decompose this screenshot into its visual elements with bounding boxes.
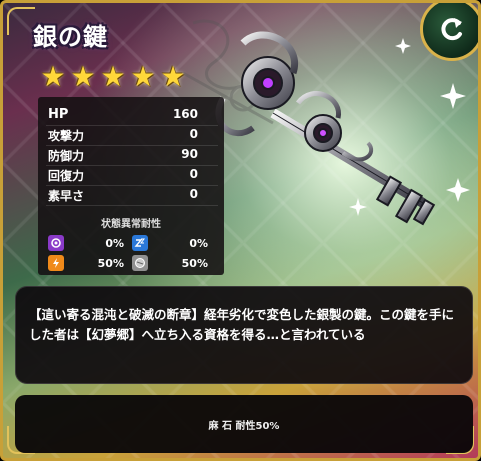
resist-value: 0%: [105, 237, 124, 250]
stat-value: 90: [181, 147, 198, 161]
corner-ornament: [7, 7, 35, 35]
stat-value: 0: [189, 127, 198, 141]
effect-box: 麻 石 耐性50%: [15, 395, 473, 453]
star-icon: ★: [160, 60, 186, 93]
paralysis-icon: [48, 255, 64, 271]
confusion-icon: [48, 235, 64, 251]
resist-value: 50%: [97, 257, 124, 270]
stat-row-recovery: 回復力 0: [46, 165, 218, 186]
stat-value: 0: [189, 187, 198, 201]
stat-label: HP: [48, 107, 69, 122]
item-effect: 麻 石 耐性50%: [208, 421, 280, 432]
stat-label: 回復力: [48, 169, 85, 183]
stat-label: 素早さ: [48, 189, 85, 203]
stats-panel: HP 160 攻撃力 0 防御力 90 回復力 0 素早さ 0 状態異常耐性 0…: [38, 97, 224, 275]
sleep-icon: [132, 235, 148, 251]
petrify-icon: [132, 255, 148, 271]
resist-sleep: 0%: [132, 235, 212, 253]
star-icon: ★: [100, 60, 126, 93]
description-box: 【這い寄る混沌と破滅の断章】経年劣化で変色した銀製の鍵。この鍵を手にした者は【幻…: [15, 286, 473, 384]
star-icon: ★: [70, 60, 96, 93]
resist-petrify: 50%: [132, 255, 212, 273]
stat-row-defense: 防御力 90: [46, 145, 218, 166]
rotate-icon: [441, 18, 462, 41]
rotate-button[interactable]: [420, 3, 478, 61]
resistance-title: 状態異常耐性: [101, 219, 161, 230]
star-icon: ★: [130, 60, 156, 93]
resist-value: 50%: [181, 257, 208, 270]
resist-value: 0%: [189, 237, 208, 250]
stat-label: 攻撃力: [48, 129, 85, 143]
star-icon: ★: [40, 60, 66, 93]
stat-label: 防御力: [48, 149, 85, 163]
resist-paralysis: 50%: [48, 255, 128, 273]
stat-value: 160: [172, 107, 198, 121]
item-title: 銀の鍵: [33, 23, 108, 51]
item-description: 【這い寄る混沌と破滅の断章】経年劣化で変色した銀製の鍵。この鍵を手にした者は【幻…: [29, 307, 455, 342]
stat-row-speed: 素早さ 0: [46, 185, 218, 206]
stat-value: 0: [189, 167, 198, 181]
resist-confusion: 0%: [48, 235, 128, 253]
rarity-stars: ★ ★ ★ ★ ★: [39, 63, 187, 91]
stat-row-hp: HP 160: [46, 105, 218, 126]
item-card: 銀の鍵 ★ ★ ★ ★ ★ HP 160 攻撃力 0 防御力 90 回復力 0: [0, 0, 481, 461]
stat-row-attack: 攻撃力 0: [46, 125, 218, 146]
